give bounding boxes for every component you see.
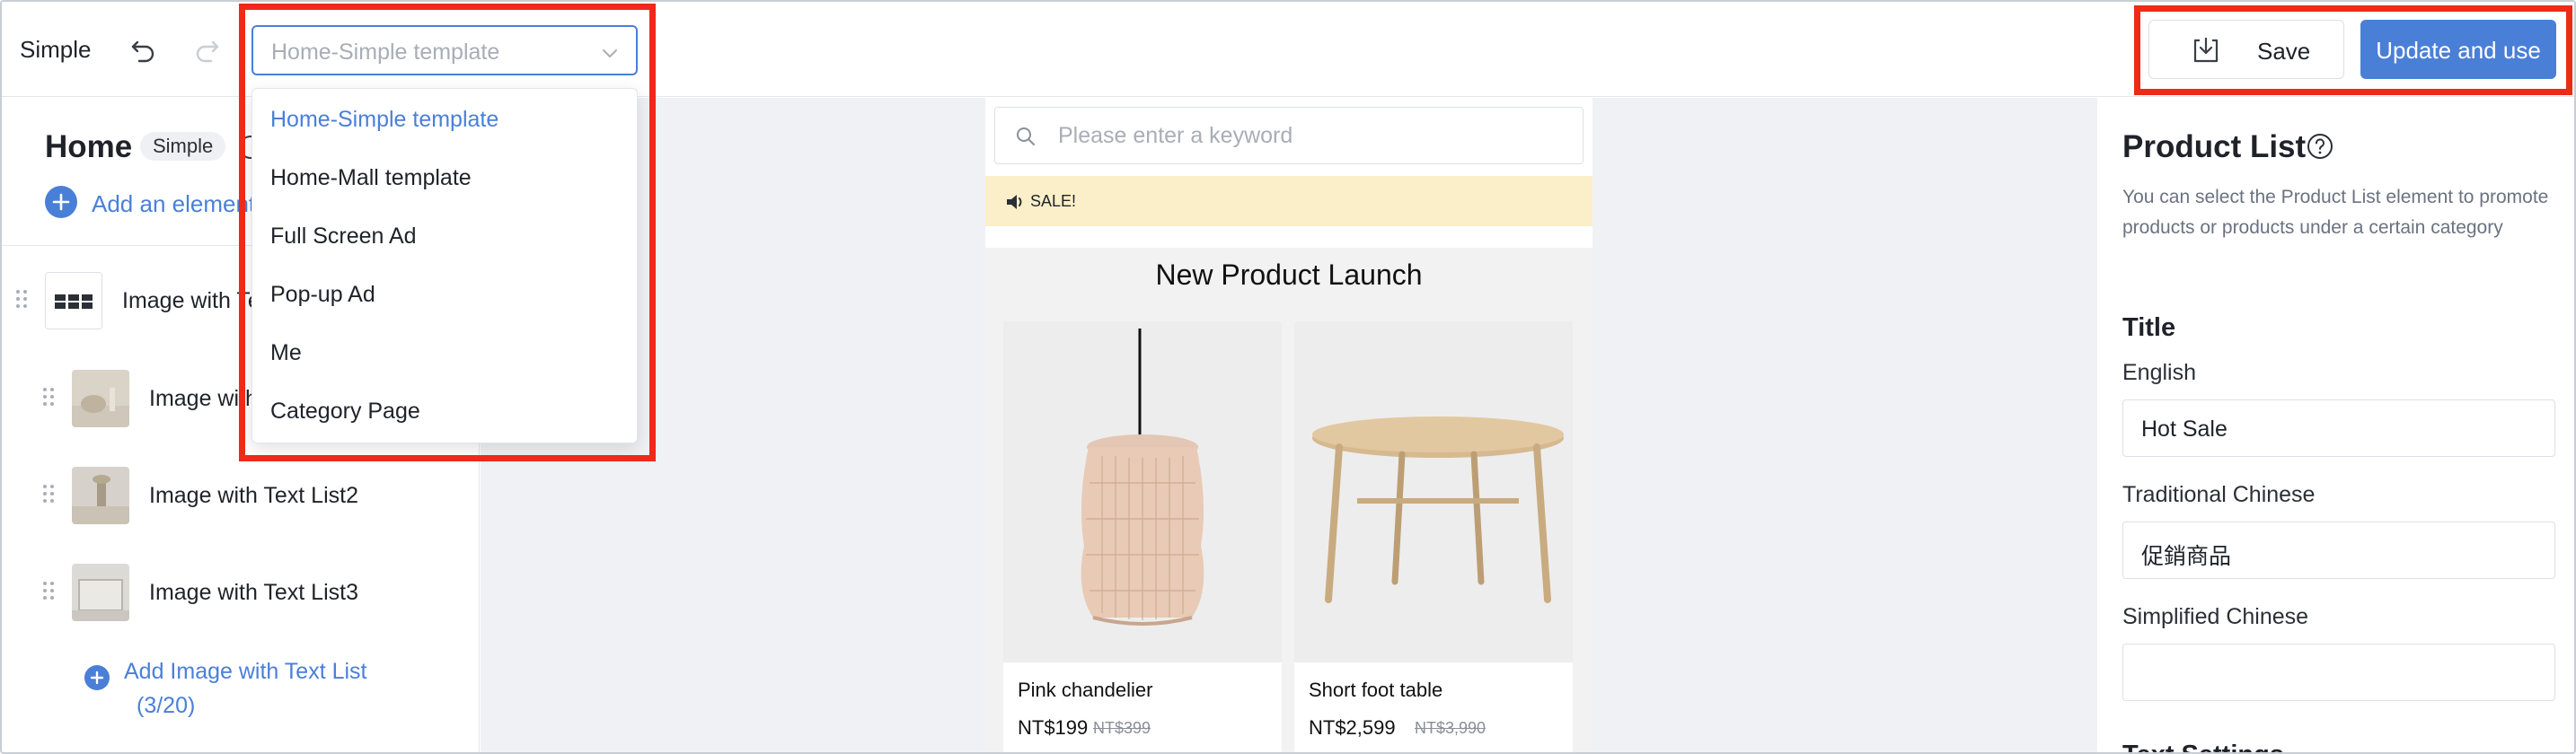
simplified-chinese-label: Simplified Chinese — [2122, 604, 2309, 629]
drag-handle-icon[interactable] — [43, 388, 56, 408]
update-and-use-button[interactable]: Update and use — [2360, 20, 2556, 79]
add-circle-icon — [45, 186, 77, 218]
product-old-price: NT$3,990 — [1415, 719, 1486, 737]
speaker-icon — [1005, 192, 1027, 212]
product-name: Pink chandelier — [1018, 679, 1153, 701]
update-button-label: Update and use — [2376, 37, 2541, 64]
drag-handle-icon[interactable] — [43, 485, 56, 504]
product-info: Pink chandelier NT$199 NT$399 — [1003, 662, 1282, 752]
product-price: NT$199 — [1018, 716, 1089, 739]
drag-handle-icon[interactable] — [43, 582, 56, 601]
phone-preview: Please enter a keyword SALE! New Product… — [985, 98, 1592, 752]
dropdown-option-me[interactable]: Me — [270, 340, 302, 366]
save-button[interactable]: Save — [2148, 20, 2344, 79]
english-title-value: Hot Sale — [2141, 416, 2228, 442]
page-type-badge: Simple — [140, 132, 226, 161]
element-row-label: Image with Text List3 — [149, 580, 358, 605]
add-sub-label-count: (3/20) — [137, 693, 196, 718]
product-info: Short foot table NT$2,599 NT$3,990 — [1294, 662, 1573, 752]
add-image-text-list-label: Add Image with Text List (3/20) — [124, 654, 367, 723]
simplified-chinese-title-input[interactable] — [2122, 644, 2555, 701]
announcement-text: SALE! — [1030, 192, 1077, 210]
element-row-label: Image with Text List2 — [149, 483, 358, 508]
help-circle-icon[interactable] — [2306, 132, 2334, 161]
template-dropdown-menu: Home-Simple template Home-Mall template … — [251, 88, 638, 443]
traditional-chinese-title-value: 促銷商品 — [2141, 544, 2232, 569]
dropdown-option-home-mall[interactable]: Home-Mall template — [270, 165, 472, 191]
title-section-heading: Title — [2122, 313, 2176, 342]
add-circle-icon — [84, 665, 110, 690]
element-row-list2[interactable]: Image with Text List2 — [2, 460, 480, 531]
add-element-label: Add an element — [92, 190, 256, 217]
product-price: NT$2,599 — [1309, 716, 1396, 739]
dropdown-option-full-screen-ad[interactable]: Full Screen Ad — [270, 224, 417, 250]
template-select-value: Home-Simple template — [271, 39, 500, 65]
properties-title: Product List — [2122, 129, 2307, 164]
download-icon — [2191, 35, 2221, 66]
product-image-chandelier — [1003, 321, 1282, 662]
template-select[interactable]: Home-Simple template — [251, 25, 638, 75]
item-thumbnail — [72, 564, 129, 621]
item-thumbnail — [72, 467, 129, 524]
item-thumbnail — [72, 370, 129, 427]
product-list-block[interactable]: New Product Launch Pink chandelier NT$19… — [985, 248, 1592, 752]
redo-icon[interactable] — [190, 34, 223, 66]
chevron-down-icon — [600, 43, 620, 63]
top-bar: Simple Home-Simple template Save Update … — [2, 2, 2574, 97]
app-window: Simple Home-Simple template Save Update … — [0, 0, 2576, 754]
drag-handle-icon[interactable] — [16, 290, 29, 310]
dropdown-option-home-simple[interactable]: Home-Simple template — [270, 107, 498, 133]
search-placeholder: Please enter a keyword — [1058, 123, 1293, 148]
dropdown-option-popup-ad[interactable]: Pop-up Ad — [270, 282, 375, 308]
save-button-label: Save — [2257, 38, 2311, 65]
product-image-table — [1294, 321, 1573, 662]
app-brand: Simple — [20, 36, 92, 63]
properties-description: You can select the Product List element … — [2122, 187, 2549, 238]
undo-icon[interactable] — [128, 34, 160, 66]
grid-layout-icon — [45, 272, 102, 329]
add-sub-label-line1: Add Image with Text List — [124, 659, 367, 684]
text-settings-heading: Text Settings — [2122, 741, 2284, 752]
product-card[interactable]: Short foot table NT$2,599 NT$3,990 — [1294, 321, 1573, 752]
preview-canvas: Please enter a keyword SALE! New Product… — [481, 98, 2097, 752]
product-old-price: NT$399 — [1093, 719, 1151, 737]
traditional-chinese-title-input[interactable]: 促銷商品 — [2122, 522, 2555, 579]
english-label: English — [2122, 360, 2196, 385]
traditional-chinese-label: Traditional Chinese — [2122, 482, 2316, 507]
page-title: Home — [45, 129, 133, 164]
product-name: Short foot table — [1309, 679, 1443, 701]
properties-panel: Product List You can select the Product … — [2097, 98, 2574, 752]
product-card[interactable]: Pink chandelier NT$199 NT$399 — [1003, 321, 1282, 752]
product-block-title: New Product Launch — [1155, 259, 1423, 291]
announcement-bar[interactable]: SALE! — [985, 176, 1592, 226]
english-title-input[interactable]: Hot Sale — [2122, 399, 2555, 457]
element-row-list3[interactable]: Image with Text List3 — [2, 557, 480, 628]
preview-search-input[interactable]: Please enter a keyword — [994, 107, 1584, 164]
dropdown-option-category-page[interactable]: Category Page — [270, 399, 420, 425]
search-icon — [1015, 126, 1037, 147]
